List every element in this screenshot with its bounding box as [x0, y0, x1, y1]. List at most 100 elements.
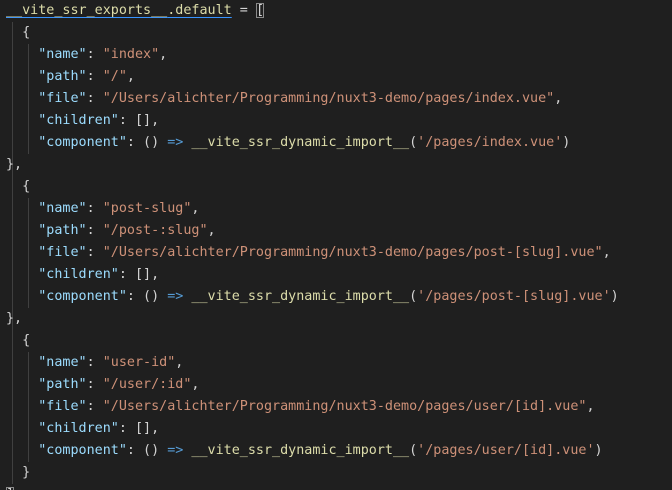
path-key: "path" [38, 223, 87, 238]
colon: : [126, 135, 144, 150]
route-path-line[interactable]: "path": "/", [38, 66, 135, 88]
route-component-line[interactable]: "component": () => __vite_ssr_dynamic_im… [38, 286, 618, 308]
colon: : [86, 223, 103, 238]
name-key: "name" [38, 47, 87, 62]
open-array-bracket[interactable]: [ [255, 3, 264, 18]
component-params: () [143, 289, 160, 304]
close-brace: }, [6, 311, 23, 326]
colon: : [86, 399, 103, 414]
comma: , [151, 421, 160, 436]
close-paren: ) [594, 443, 603, 458]
route-name-line[interactable]: "name": "post-slug", [38, 198, 199, 220]
comma: , [191, 377, 200, 392]
colon: : [126, 289, 144, 304]
path-key: "path" [38, 377, 87, 392]
children-key: "children" [38, 113, 119, 128]
default-member[interactable]: .default [167, 3, 232, 18]
name-key: "name" [38, 201, 87, 216]
import-path: '/pages/index.vue' [417, 135, 563, 150]
close-paren: ) [562, 135, 571, 150]
comma: , [159, 47, 168, 62]
children-key: "children" [38, 421, 119, 436]
route-path-line[interactable]: "path": "/user/:id", [38, 374, 199, 396]
open-paren: ( [409, 289, 418, 304]
open-paren: ( [409, 443, 418, 458]
colon: : [118, 113, 135, 128]
dynamic-import-function[interactable]: __vite_ssr_dynamic_import__ [191, 289, 409, 304]
route-name-line[interactable]: "name": "index", [38, 44, 167, 66]
route-file-line[interactable]: "file": "/Users/alichter/Programming/nux… [38, 396, 594, 418]
colon: : [86, 245, 103, 260]
path-key: "path" [38, 69, 87, 84]
route-children-line[interactable]: "children": [], [38, 264, 159, 286]
file-value: "/Users/alichter/Programming/nuxt3-demo/… [102, 399, 587, 414]
comma: , [126, 69, 135, 84]
file-key: "file" [38, 399, 87, 414]
route-close-brace[interactable]: }, [6, 154, 22, 176]
comma: , [554, 91, 563, 106]
route-open-brace[interactable]: { [22, 176, 30, 198]
component-params: () [143, 443, 160, 458]
comma: , [602, 245, 611, 260]
component-key: "component" [38, 443, 127, 458]
colon: : [86, 69, 103, 84]
colon: : [118, 267, 135, 282]
colon: : [86, 91, 103, 106]
children-key: "children" [38, 267, 119, 282]
route-open-brace[interactable]: { [22, 22, 30, 44]
dynamic-import-function[interactable]: __vite_ssr_dynamic_import__ [191, 135, 409, 150]
name-value: "post-slug" [102, 201, 192, 216]
comma: , [207, 223, 216, 238]
close-brace: }, [6, 157, 23, 172]
comma: , [175, 355, 184, 370]
open-brace: { [22, 25, 31, 40]
colon: : [86, 201, 103, 216]
route-component-line[interactable]: "component": () => __vite_ssr_dynamic_im… [38, 440, 602, 462]
component-key: "component" [38, 289, 127, 304]
comma: , [151, 267, 160, 282]
name-value: "user-id" [102, 355, 176, 370]
colon: : [126, 443, 144, 458]
colon: : [118, 421, 135, 436]
code-line-export[interactable]: __vite_ssr_exports__.default = [ [6, 0, 264, 22]
indent-guide-outer [12, 22, 13, 484]
path-value: "/user/:id" [102, 377, 192, 392]
dynamic-import-function[interactable]: __vite_ssr_dynamic_import__ [191, 443, 409, 458]
route-name-line[interactable]: "name": "user-id", [38, 352, 183, 374]
route-close-brace[interactable]: } [22, 462, 30, 484]
close-paren: ) [610, 289, 619, 304]
comma: , [586, 399, 595, 414]
arrow-operator: => [167, 443, 184, 458]
exports-identifier[interactable]: __vite_ssr_exports__ [6, 3, 167, 18]
comma: , [191, 201, 200, 216]
indent-guide-route [28, 44, 29, 154]
import-path: '/pages/user/[id].vue' [417, 443, 595, 458]
colon: : [86, 355, 103, 370]
close-brace: } [22, 465, 31, 480]
route-open-brace[interactable]: { [22, 330, 30, 352]
assign-operator: = [231, 3, 256, 18]
route-children-line[interactable]: "children": [], [38, 110, 159, 132]
route-path-line[interactable]: "path": "/post-:slug", [38, 220, 215, 242]
file-key: "file" [38, 245, 87, 260]
route-file-line[interactable]: "file": "/Users/alichter/Programming/nux… [38, 242, 610, 264]
comma: , [151, 113, 160, 128]
route-close-brace[interactable]: }, [6, 308, 22, 330]
component-params: () [143, 135, 160, 150]
component-key: "component" [38, 135, 127, 150]
file-value: "/Users/alichter/Programming/nuxt3-demo/… [102, 245, 603, 260]
file-value: "/Users/alichter/Programming/nuxt3-demo/… [102, 91, 555, 106]
open-brace: { [22, 333, 31, 348]
route-children-line[interactable]: "children": [], [38, 418, 159, 440]
route-file-line[interactable]: "file": "/Users/alichter/Programming/nux… [38, 88, 562, 110]
code-editor[interactable]: __vite_ssr_exports__.default = [ { "name":… [0, 0, 672, 490]
route-component-line[interactable]: "component": () => __vite_ssr_dynamic_im… [38, 132, 570, 154]
path-value: "/" [102, 69, 127, 84]
children-value: [] [134, 267, 152, 282]
indent-guide-route [28, 352, 29, 462]
code-line-close-array[interactable]: ]; [6, 484, 22, 490]
path-value: "/post-:slug" [102, 223, 208, 238]
file-key: "file" [38, 91, 87, 106]
children-value: [] [134, 421, 152, 436]
name-value: "index" [102, 47, 160, 62]
